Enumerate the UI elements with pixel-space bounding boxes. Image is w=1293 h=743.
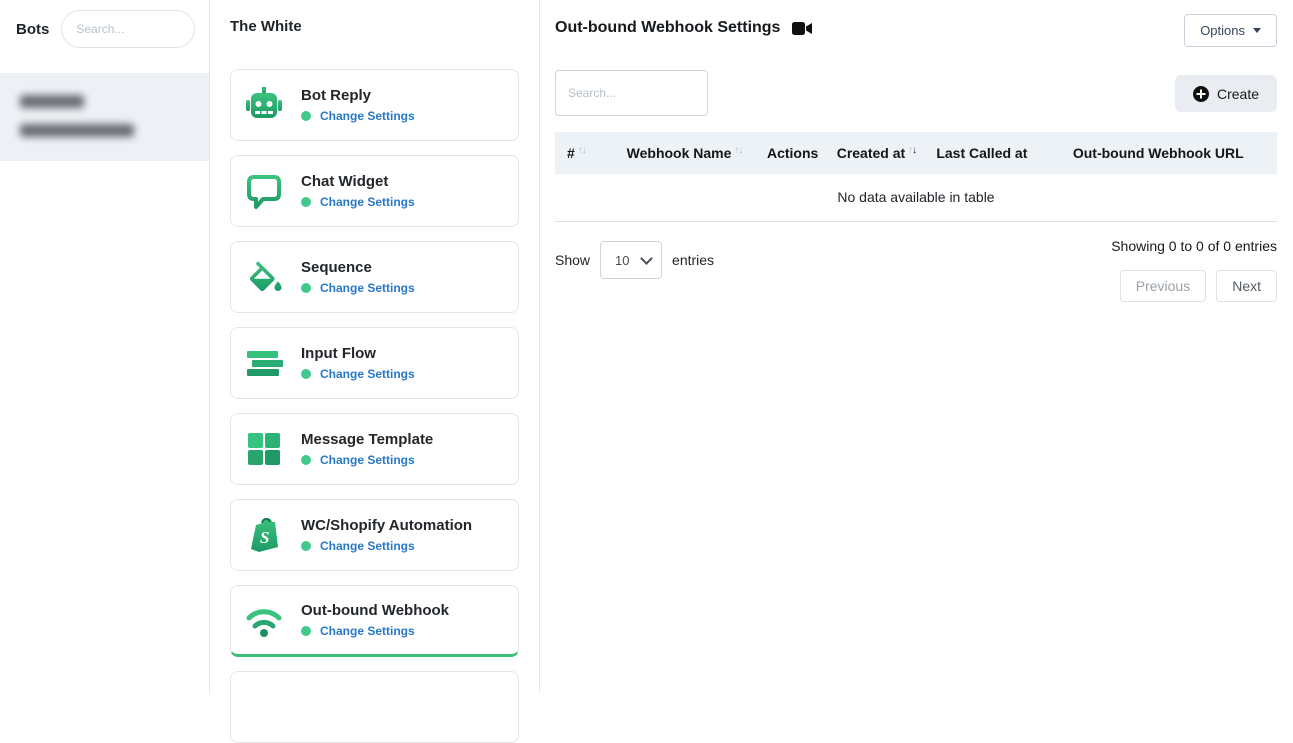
wifi-icon xyxy=(243,599,285,641)
column-header-webhook-url[interactable]: Out-bound Webhook URL xyxy=(1040,132,1277,174)
options-button-label: Options xyxy=(1200,23,1245,38)
status-dot xyxy=(301,111,311,121)
sort-icon: ↑↓ xyxy=(578,145,586,156)
change-settings-link[interactable]: Change Settings xyxy=(320,367,415,381)
status-dot xyxy=(301,455,311,465)
tool-card-label: Message Template xyxy=(301,431,433,448)
change-settings-link[interactable]: Change Settings xyxy=(320,624,415,638)
tool-card-input-flow[interactable]: Input Flow Change Settings xyxy=(230,327,519,399)
video-camera-icon[interactable] xyxy=(792,21,813,36)
options-button[interactable]: Options xyxy=(1184,14,1277,47)
tool-card-label: Chat Widget xyxy=(301,173,415,190)
table-header-row: #↑↓ Webhook Name↑↓ Actions Created at↑↓ … xyxy=(555,132,1277,174)
tool-card-sequence[interactable]: Sequence Change Settings xyxy=(230,241,519,313)
svg-text:S: S xyxy=(260,528,269,547)
empty-table-message: No data available in table xyxy=(555,174,1277,222)
column-header-index[interactable]: #↑↓ xyxy=(555,132,612,174)
change-settings-link[interactable]: Change Settings xyxy=(320,453,415,467)
previous-page-button[interactable]: Previous xyxy=(1120,270,1206,302)
tool-card-partial[interactable] xyxy=(230,671,519,743)
status-dot xyxy=(301,541,311,551)
column-header-webhook-name[interactable]: Webhook Name↑↓ xyxy=(612,132,756,174)
tool-card-label: Out-bound Webhook xyxy=(301,602,449,619)
column-header-actions[interactable]: Actions xyxy=(757,132,829,174)
sidebar-title: Bots xyxy=(16,21,49,38)
robot-icon xyxy=(243,84,285,126)
blurred-bot-phone xyxy=(20,124,134,137)
table-search-input[interactable] xyxy=(555,70,708,116)
tool-card-label: Sequence xyxy=(301,259,415,276)
empty-table-row: No data available in table xyxy=(555,174,1277,222)
sort-icon-desc-active: ↑↓ xyxy=(908,145,916,156)
bots-sidebar: Bots xyxy=(0,0,210,693)
blurred-bot-name xyxy=(20,95,84,108)
chevron-down-icon xyxy=(640,252,653,265)
next-page-button[interactable]: Next xyxy=(1216,270,1277,302)
bars-icon xyxy=(243,342,285,384)
tool-card-out-bound-webhook[interactable]: Out-bound Webhook Change Settings xyxy=(230,585,519,657)
column-header-last-called-at[interactable]: Last Called at xyxy=(924,132,1039,174)
create-button-label: Create xyxy=(1217,86,1259,102)
status-dot xyxy=(301,283,311,293)
page-title: Out-bound Webhook Settings xyxy=(555,19,780,37)
change-settings-link[interactable]: Change Settings xyxy=(320,109,415,123)
tool-card-label: Bot Reply xyxy=(301,87,415,104)
chat-bubble-icon xyxy=(243,170,285,212)
bot-list-item-selected[interactable] xyxy=(0,73,209,161)
entries-label: entries xyxy=(672,252,714,268)
tool-card-chat-widget[interactable]: Chat Widget Change Settings xyxy=(230,155,519,227)
shopify-bag-icon: S xyxy=(243,514,285,556)
status-dot xyxy=(301,369,311,379)
status-dot xyxy=(301,197,311,207)
webhook-settings-panel: Out-bound Webhook Settings Options xyxy=(540,0,1293,693)
status-dot xyxy=(301,626,311,636)
show-label: Show xyxy=(555,252,590,268)
tool-card-label: WC/Shopify Automation xyxy=(301,517,472,534)
page-size-value: 10 xyxy=(615,253,629,268)
create-button[interactable]: Create xyxy=(1175,75,1277,112)
tool-card-label: Input Flow xyxy=(301,345,415,362)
tool-card-wc-shopify[interactable]: S WC/Shopify Automation Change Settings xyxy=(230,499,519,571)
grid-icon xyxy=(243,428,285,470)
webhooks-table: #↑↓ Webhook Name↑↓ Actions Created at↑↓ … xyxy=(555,132,1277,222)
plus-circle-icon xyxy=(1193,86,1209,102)
bots-search-input[interactable] xyxy=(61,10,195,48)
entries-summary: Showing 0 to 0 of 0 entries xyxy=(1111,238,1277,254)
page-size-select[interactable]: 10 xyxy=(600,241,662,279)
paint-bucket-icon xyxy=(243,256,285,298)
column-header-created-at[interactable]: Created at↑↓ xyxy=(829,132,924,174)
change-settings-link[interactable]: Change Settings xyxy=(320,539,415,553)
chevron-down-icon xyxy=(1253,28,1261,33)
tool-card-bot-reply[interactable]: Bot Reply Change Settings xyxy=(230,69,519,141)
sort-icon: ↑↓ xyxy=(734,145,742,156)
change-settings-link[interactable]: Change Settings xyxy=(320,281,415,295)
bot-tools-panel: The White Bot Reply Change Settings xyxy=(210,0,540,693)
change-settings-link[interactable]: Change Settings xyxy=(320,195,415,209)
tool-card-message-template[interactable]: Message Template Change Settings xyxy=(230,413,519,485)
sidebar-header: Bots xyxy=(0,0,209,58)
bot-name-title: The White xyxy=(230,18,519,35)
